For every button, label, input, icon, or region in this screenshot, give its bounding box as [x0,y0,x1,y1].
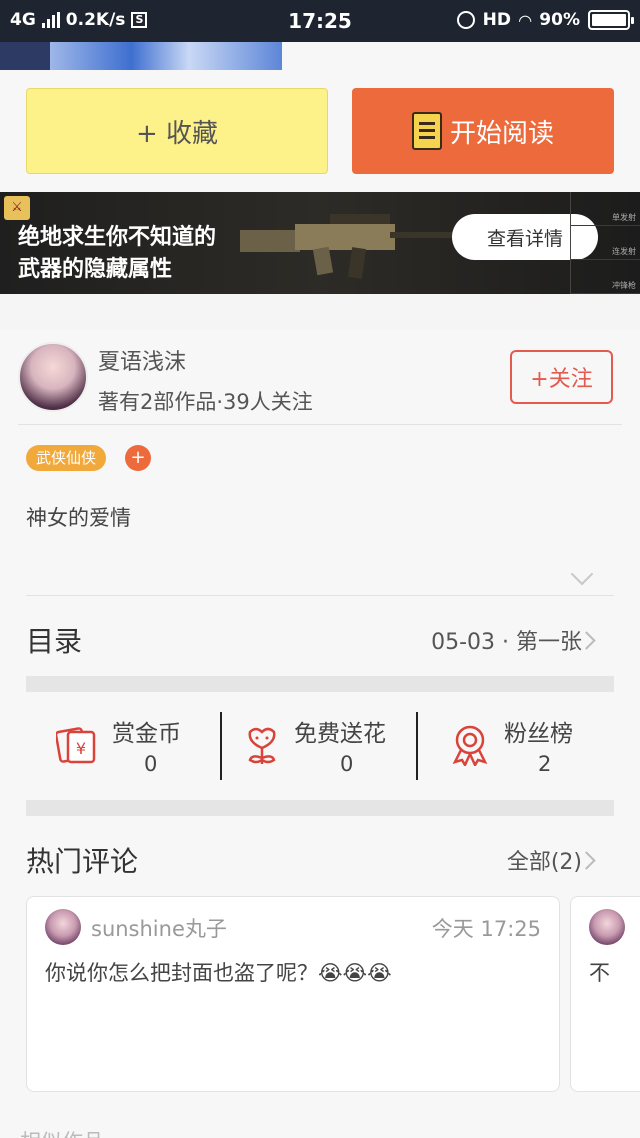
stat-label: 赏金币 [112,721,181,747]
stats-row: ¥ 赏金币 0 免费送花 0 粉丝榜 2 [26,708,614,784]
commenter-avatar[interactable] [45,909,81,945]
genre-tag[interactable]: 武侠仙侠 [26,445,107,471]
comment-text: 你说你怎么把封面也盗了呢？😭😭😭 [45,961,392,985]
ad-side-item: 单发射 [571,192,640,226]
hot-comments-title: 热门评论 [26,845,139,878]
comment-card[interactable]: sunshine丸子 今天 17:25 你说你怎么把封面也盗了呢？😭😭😭 [26,896,560,1092]
stat-label: 粉丝榜 [504,721,573,747]
section-separator [26,676,614,692]
similar-works-title: 相似作品 [20,1126,104,1138]
stat-value: 0 [144,752,158,776]
status-bar: 4G 0.2K/s S 17:25 HD ◠ 90% [0,0,640,42]
comment-card[interactable]: 不 [570,896,640,1092]
stat-value: 0 [340,752,354,776]
stat-fans[interactable]: 粉丝榜 2 [418,708,614,784]
cover-strip [0,42,640,70]
battery-percent: 90% [539,10,580,30]
status-right: HD ◠ 90% [456,10,634,30]
book-detail-card: 夏语浅沫 著有2部作品·39人关注 +关注 武侠仙侠 + 神女的爱情 目录 05… [0,330,640,1138]
commenter-avatar[interactable] [589,909,625,945]
hd-label: HD [482,10,511,30]
ad-banner[interactable]: ⚔ 绝地求生你不知道的 武器的隐藏属性 查看详情 单发射 连发射 冲锋枪 [0,192,640,294]
add-tag-button[interactable]: + [125,445,151,471]
action-bar: + 收藏 开始阅读 [0,70,640,192]
collect-button[interactable]: + 收藏 [26,88,328,174]
follow-button[interactable]: +关注 [510,350,613,404]
book-icon [411,112,442,150]
author-name[interactable]: 夏语浅沫 [98,344,186,376]
toc-title: 目录 [26,625,83,658]
start-reading-button[interactable]: 开始阅读 [352,88,614,174]
ad-title-line1: 绝地求生你不知道的 [18,225,217,250]
battery-icon [588,10,634,30]
start-reading-label: 开始阅读 [449,118,554,149]
ad-badge-icon: ⚔ [4,196,30,220]
cover-left [0,42,50,70]
stat-flowers[interactable]: 免费送花 0 [222,708,418,784]
wifi-icon: ◠ [518,10,532,30]
divider [26,595,614,596]
divider [18,424,622,425]
comment-time: 今天 17:25 [431,917,541,941]
author-avatar[interactable] [18,342,88,412]
section-separator [26,800,614,816]
alarm-icon [456,11,475,29]
author-meta: 著有2部作品·39人关注 [98,390,313,414]
all-comments-link[interactable]: 全部(2) [507,844,582,876]
toc-latest-chapter[interactable]: 05-03 · 第一张 [431,624,582,656]
stat-value: 2 [538,752,552,776]
stat-label: 免费送花 [294,721,386,747]
book-description: 神女的爱情 [26,506,131,530]
rifle-image [240,214,460,279]
book-cover-image [50,42,282,70]
ad-side-panel: 单发射 连发射 冲锋枪 [570,192,640,294]
flower-icon [248,727,276,764]
medal-icon [452,725,488,766]
ad-title-line2: 武器的隐藏属性 [18,257,173,282]
cover-right [282,42,640,70]
commenter-name[interactable]: sunshine丸子 [91,913,227,943]
expand-chevron-icon[interactable] [570,562,594,586]
coin-envelope-icon: ¥ [56,727,96,764]
stat-coins[interactable]: ¥ 赏金币 0 [26,708,222,784]
ad-side-item: 连发射 [571,226,640,260]
comment-text: 不 [589,961,610,985]
ad-side-item: 冲锋枪 [571,260,640,294]
svg-text:¥: ¥ [76,739,86,758]
ad-title: 绝地求生你不知道的 武器的隐藏属性 [18,222,216,286]
